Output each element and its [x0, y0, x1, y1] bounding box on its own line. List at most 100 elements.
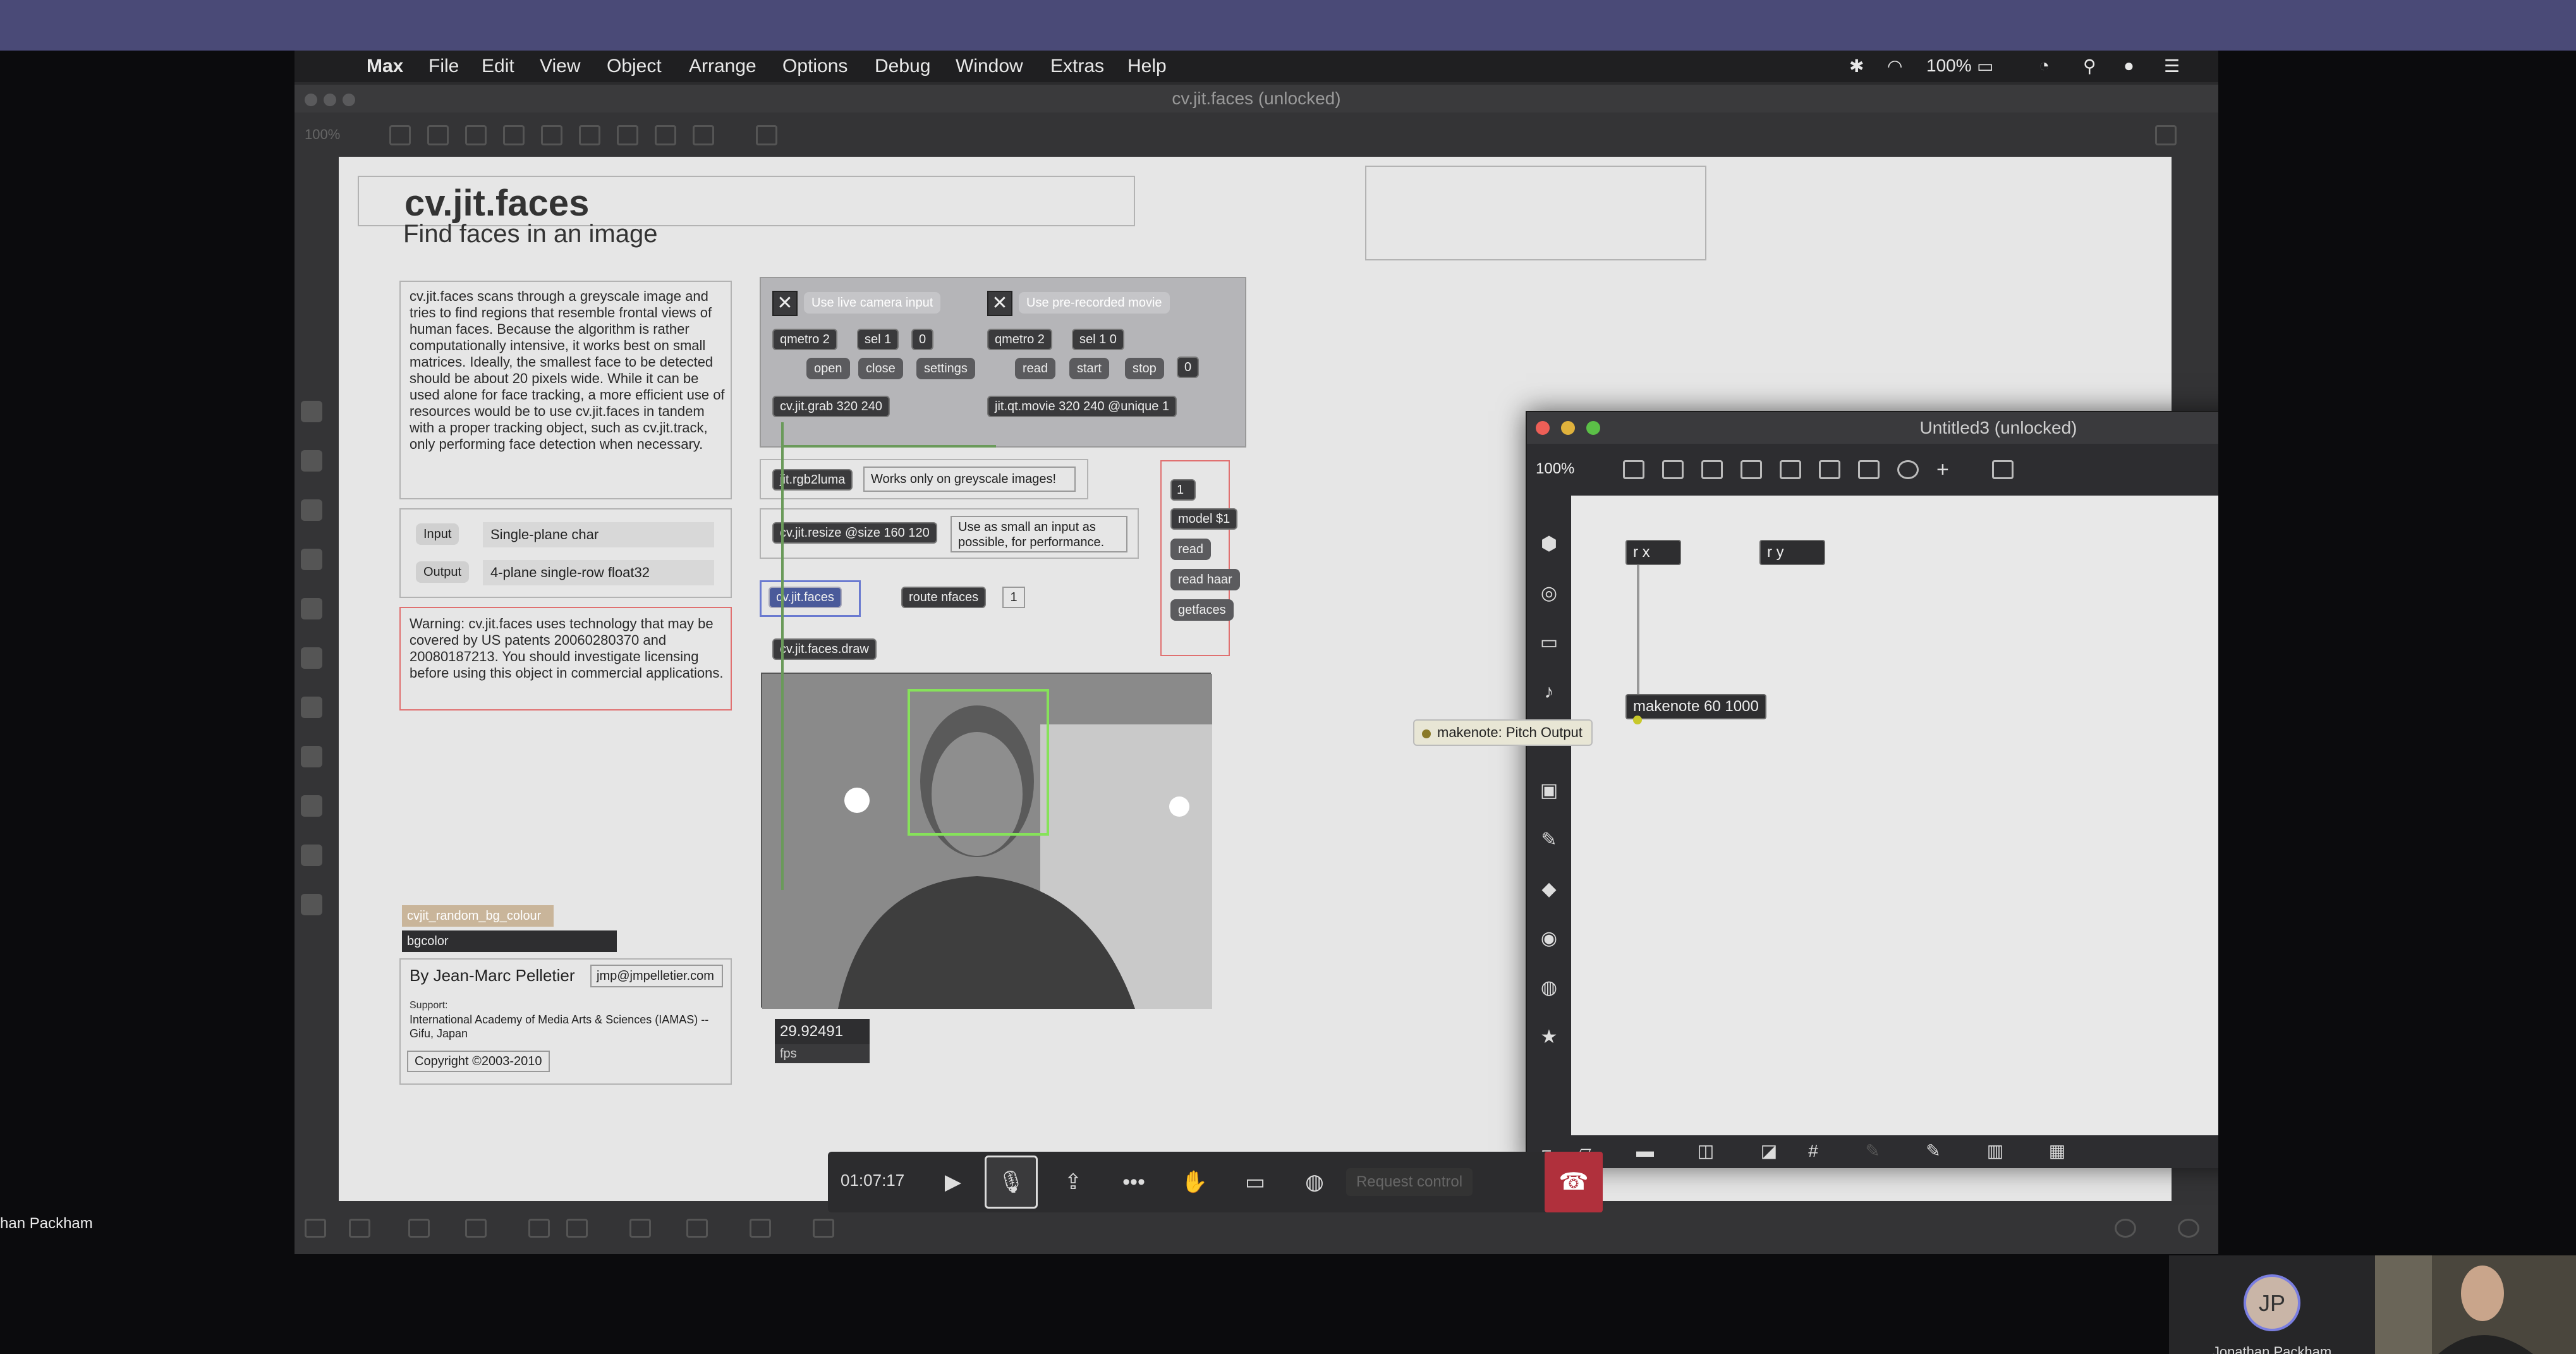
- debug-icon[interactable]: [629, 1219, 651, 1238]
- chat-icon[interactable]: ▭: [1239, 1166, 1272, 1198]
- share-screen-icon[interactable]: ⇪: [1057, 1166, 1090, 1198]
- windows-icon[interactable]: ◫: [1695, 1142, 1716, 1161]
- presentation-icon[interactable]: [349, 1219, 370, 1238]
- grab-object[interactable]: cv.jit.grab 320 240: [772, 396, 890, 417]
- resize-object[interactable]: cv.jit.resize @size 160 120: [772, 522, 937, 544]
- music-note-icon[interactable]: [301, 549, 322, 570]
- lock-icon[interactable]: [389, 125, 411, 145]
- sel-camera[interactable]: sel 1: [857, 329, 899, 350]
- new-object-icon[interactable]: [427, 125, 449, 145]
- untitled3-canvas[interactable]: r x r y makenote 60 1000: [1571, 496, 2218, 1135]
- library-icon[interactable]: ▥: [1984, 1142, 2006, 1161]
- open-message[interactable]: open: [806, 358, 850, 379]
- participant-video-tile[interactable]: [2375, 1255, 2576, 1354]
- fps-number[interactable]: 29.92491: [775, 1019, 870, 1044]
- slider-icon[interactable]: [617, 125, 638, 145]
- read-message-2[interactable]: read: [1170, 539, 1212, 560]
- menu-extras[interactable]: Extras: [1050, 56, 1104, 77]
- lock-toggle-icon[interactable]: [305, 1219, 326, 1238]
- paint-icon[interactable]: [756, 125, 777, 145]
- movie-object[interactable]: jit.qt.movie 320 240 @unique 1: [987, 396, 1177, 417]
- maximize-window-icon[interactable]: [1586, 421, 1600, 435]
- comment-icon[interactable]: [1701, 460, 1723, 479]
- getfaces-message[interactable]: getfaces: [1170, 599, 1234, 621]
- package-icon[interactable]: [301, 845, 322, 866]
- wrench-icon[interactable]: [686, 1219, 708, 1238]
- control-center-icon[interactable]: ☰: [2164, 56, 2180, 76]
- faces-object[interactable]: cv.jit.faces: [769, 587, 842, 608]
- paint-bucket-icon[interactable]: [1992, 460, 2014, 479]
- settings-message[interactable]: settings: [916, 358, 975, 379]
- add-icon[interactable]: +: [1936, 459, 1958, 480]
- menu-arrange[interactable]: Arrange: [689, 56, 756, 77]
- menu-options[interactable]: Options: [782, 56, 848, 77]
- target-icon[interactable]: [301, 450, 322, 472]
- star-icon[interactable]: ★: [1538, 1027, 1560, 1048]
- movie-toggle[interactable]: ✕: [987, 291, 1012, 316]
- layers-icon[interactable]: ◪: [1758, 1142, 1780, 1161]
- zoom-level[interactable]: 100%: [305, 126, 340, 143]
- image-icon[interactable]: ▣: [1538, 780, 1560, 802]
- plug-icon[interactable]: ◆: [1538, 879, 1560, 900]
- windows-icon[interactable]: [465, 1219, 487, 1238]
- read-haar-message[interactable]: read haar: [1170, 569, 1240, 590]
- target-icon[interactable]: ◎: [1538, 583, 1560, 604]
- layers-icon[interactable]: [528, 1219, 550, 1238]
- read-message[interactable]: read: [1015, 358, 1056, 379]
- more-icon[interactable]: •••: [1117, 1166, 1150, 1198]
- comment-icon[interactable]: [465, 125, 487, 145]
- faces-draw-object[interactable]: cv.jit.faces.draw: [772, 638, 877, 660]
- request-control-button[interactable]: Request control: [1346, 1168, 1473, 1196]
- rgb2luma-object[interactable]: jit.rgb2luma: [772, 469, 853, 491]
- keyboard-icon[interactable]: ▦: [2046, 1142, 2068, 1161]
- camera-icon[interactable]: ▶: [937, 1166, 969, 1198]
- close-window-icon[interactable]: [1536, 421, 1550, 435]
- grid-toggle-icon[interactable]: [566, 1219, 588, 1238]
- minimize-icon[interactable]: [324, 94, 336, 106]
- new-object-icon[interactable]: [1662, 460, 1684, 479]
- bluetooth-icon[interactable]: ✱: [1849, 56, 1864, 76]
- button-icon[interactable]: [1819, 460, 1840, 479]
- close-icon[interactable]: [305, 94, 317, 106]
- zoom-menu[interactable]: 100%: [1536, 460, 1574, 478]
- package-icon[interactable]: ◍: [1538, 977, 1560, 999]
- cube-icon[interactable]: [301, 401, 322, 422]
- power-icon[interactable]: [2178, 1219, 2199, 1238]
- participants-icon[interactable]: ◍: [1298, 1166, 1331, 1198]
- toggle-icon[interactable]: [1741, 460, 1762, 479]
- makenote-object[interactable]: makenote 60 1000: [1625, 694, 1766, 719]
- close-message[interactable]: close: [858, 358, 903, 379]
- route-object[interactable]: route nfaces: [901, 587, 987, 608]
- face-count-number[interactable]: 1: [1002, 587, 1025, 608]
- minimize-window-icon[interactable]: [1561, 421, 1575, 435]
- vimeo-icon[interactable]: [301, 795, 322, 817]
- grid-icon[interactable]: [2155, 125, 2177, 145]
- battery-icon[interactable]: ▭: [1977, 56, 1993, 76]
- menu-window[interactable]: Window: [956, 56, 1023, 77]
- image-icon[interactable]: [301, 647, 322, 669]
- menu-file[interactable]: File: [428, 56, 459, 77]
- qmetro-movie[interactable]: qmetro 2: [987, 329, 1052, 350]
- menu-debug[interactable]: Debug: [875, 56, 930, 77]
- button-icon[interactable]: [579, 125, 600, 145]
- outlet-indicator[interactable]: [1633, 716, 1642, 724]
- audio-icon[interactable]: [301, 598, 322, 619]
- vimeo-icon[interactable]: ◉: [1538, 928, 1560, 949]
- menu-edit[interactable]: Edit: [482, 56, 514, 77]
- clock-icon[interactable]: ◔: [2039, 56, 2050, 76]
- number-icon[interactable]: [541, 125, 562, 145]
- toggle-icon[interactable]: [503, 125, 525, 145]
- menu-help[interactable]: Help: [1127, 56, 1167, 77]
- one-message[interactable]: 1: [1170, 479, 1196, 501]
- mic-icon[interactable]: 🎙: [995, 1166, 1028, 1198]
- star-icon[interactable]: [301, 894, 322, 915]
- menu-app-max[interactable]: Max: [367, 56, 403, 77]
- sel-movie[interactable]: sel 1 0: [1072, 329, 1124, 350]
- menu-object[interactable]: Object: [607, 56, 662, 77]
- wrench-icon[interactable]: ✎: [1923, 1142, 1944, 1161]
- paperclip-icon[interactable]: ✎: [1538, 829, 1560, 851]
- number-icon[interactable]: [1780, 460, 1801, 479]
- number-movie[interactable]: 0: [1177, 357, 1200, 378]
- model-message[interactable]: model $1: [1170, 508, 1238, 530]
- console-icon[interactable]: ▬: [1634, 1142, 1656, 1161]
